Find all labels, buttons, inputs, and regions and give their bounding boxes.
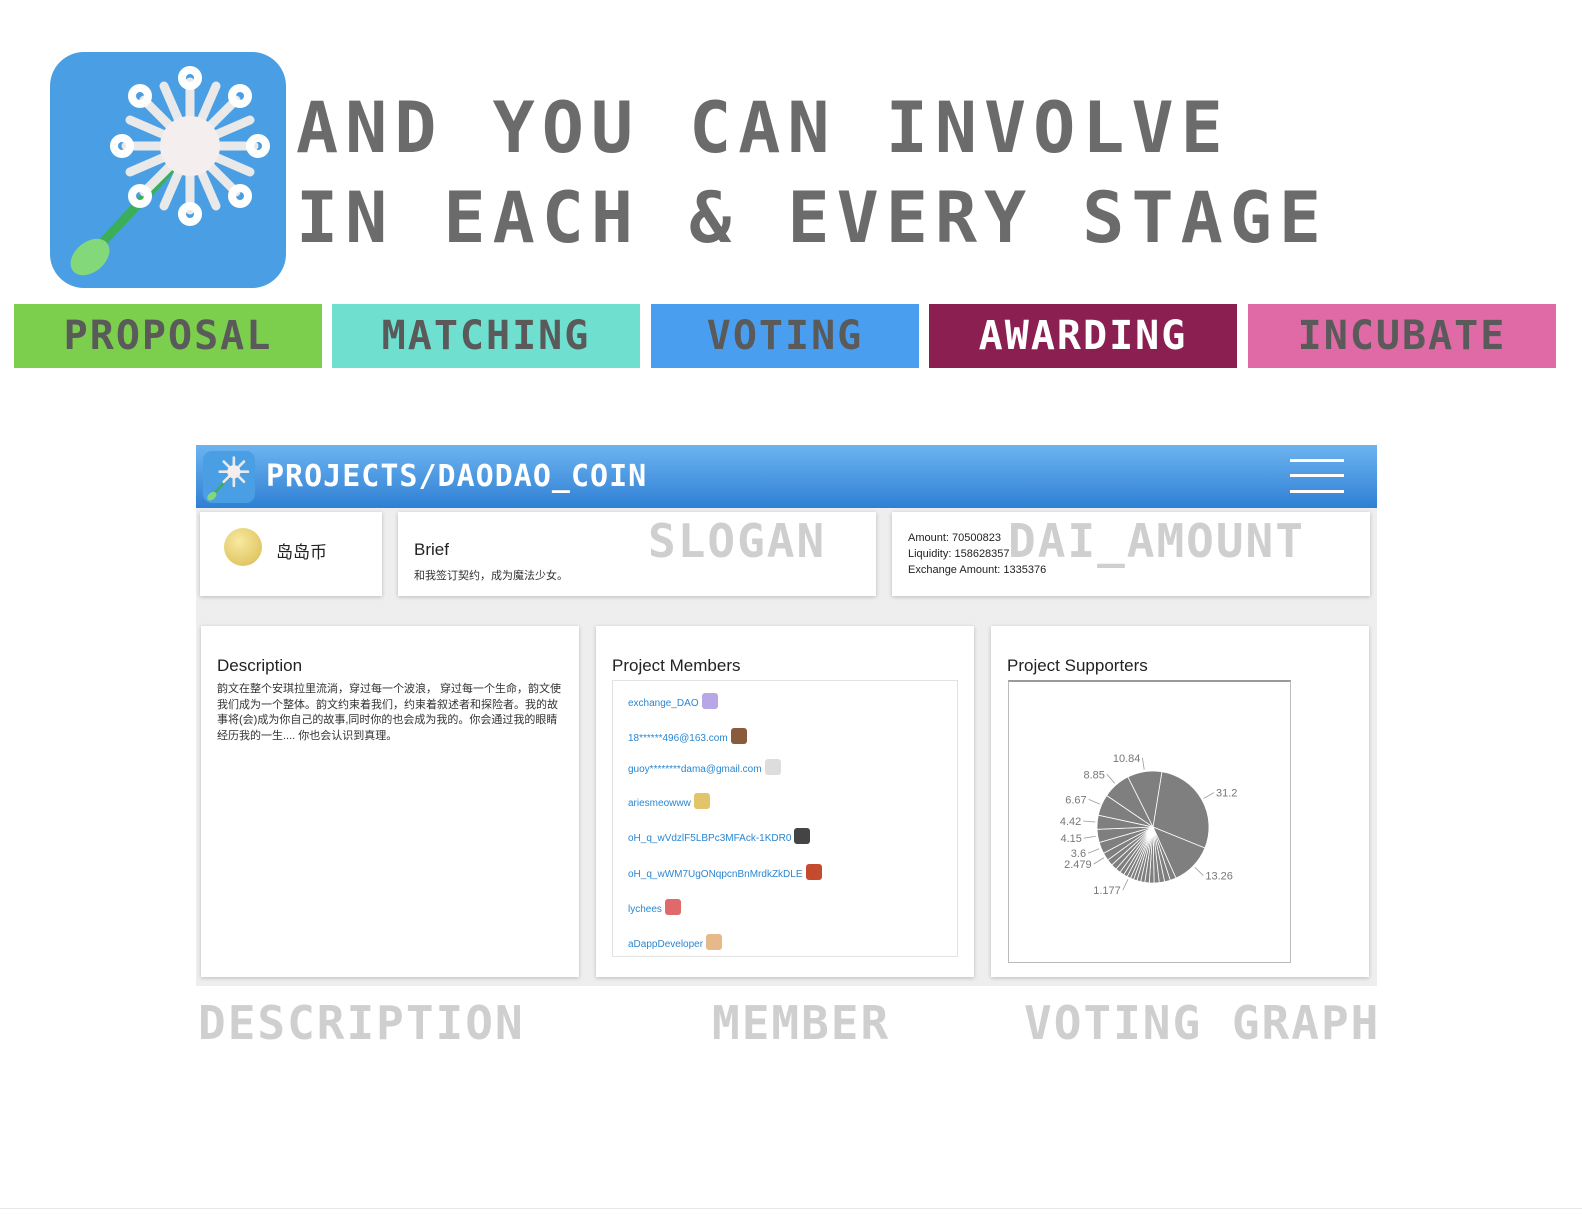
brief-title: Brief xyxy=(414,540,449,559)
pie-data-label: 10.84 xyxy=(1113,753,1141,765)
supporters-card: Project Supporters 31.2 13.26 1.177 2.479 3.… xyxy=(991,626,1369,977)
coin-icon xyxy=(224,528,262,566)
brief-text: 和我签订契约，成为魔法少女。 xyxy=(414,570,568,582)
pie-label-line xyxy=(1087,848,1100,854)
description-title: Description xyxy=(217,656,303,675)
slogan-annotation: SLOGAN xyxy=(648,514,827,568)
member-avatar xyxy=(805,864,822,880)
pie-data-label: 4.15 xyxy=(1060,833,1081,845)
description-annotation: DESCRIPTION xyxy=(198,996,525,1050)
project-page-screenshot: PROJECTS/DAODAO_COIN 岛岛币 Brief 和我签订契约，成为… xyxy=(196,445,1377,986)
pie-data-label: 1.177 xyxy=(1093,885,1121,897)
member-avatar xyxy=(764,759,781,775)
pie-label-line xyxy=(1083,835,1096,839)
member-avatar xyxy=(706,934,723,950)
pie-data-label: 6.67 xyxy=(1065,794,1086,806)
stage-voting: VOTING xyxy=(651,304,919,368)
dai-amount-card: Amount: 70500823 Liquidity: 158628357 Ex… xyxy=(892,512,1370,596)
pie-label-line xyxy=(1194,866,1204,876)
member-avatar xyxy=(664,899,681,915)
brief-card: Brief 和我签订契约，成为魔法少女。 SLOGAN xyxy=(398,512,876,596)
member-avatar xyxy=(701,693,718,709)
supporters-pie-chart: 31.2 13.26 1.177 2.4793.6 4.15 4.42 6.67 8.85 10… xyxy=(1060,753,1238,897)
stage-matching: MATCHING xyxy=(332,304,640,368)
hamburger-menu-icon[interactable] xyxy=(1288,457,1346,497)
member-link[interactable]: ariesmeowww xyxy=(628,793,710,809)
member-link[interactable]: lychees xyxy=(628,899,681,915)
member-avatar xyxy=(693,793,710,809)
member-link[interactable]: aDappDeveloper xyxy=(628,934,723,950)
member-annotation: MEMBER xyxy=(712,996,891,1050)
liquidity-value: Liquidity: 158628357 xyxy=(908,548,1010,560)
headline-line-2: IN EACH & EVERY STAGE xyxy=(296,177,1329,259)
pie-label-line xyxy=(1088,799,1100,805)
supporters-graph: 31.2 13.26 1.177 2.479 3.6 4.15 4.42 6.67 8.85 10… xyxy=(1008,680,1291,963)
stage-incubate: INCUBATE xyxy=(1248,304,1556,368)
members-title: Project Members xyxy=(612,656,741,675)
pie-label-line xyxy=(1203,792,1215,799)
member-link[interactable]: 18******496@163.com xyxy=(628,728,747,744)
members-list: exchange_DAO 18******496@163.com guoy***… xyxy=(612,680,958,957)
member-link[interactable]: oH_q_wWM7UgONqpcnBnMrdkZkDLE xyxy=(628,864,822,880)
pie-label-line xyxy=(1093,857,1105,865)
member-link[interactable]: exchange_DAO xyxy=(628,693,718,709)
pie-label-line xyxy=(1122,879,1129,891)
supporters-title: Project Supporters xyxy=(1007,656,1148,675)
description-text: 韵文在整个安琪拉里流淌，穿过每一个波浪， 穿过每一个生命，韵文使我们成为一个整体… xyxy=(217,683,562,742)
amount-value: Amount: 70500823 xyxy=(908,532,1001,544)
pie-label-line xyxy=(1083,820,1096,823)
pie-data-label: 8.85 xyxy=(1083,769,1104,781)
member-link[interactable]: oH_q_wVdzlF5LBPc3MFAck-1KDR0 xyxy=(628,828,811,844)
pie-label-line xyxy=(1106,774,1116,784)
coin-card: 岛岛币 xyxy=(200,512,382,596)
headline-line-1: AND YOU CAN INVOLVE xyxy=(296,87,1230,169)
stage-awarding: AWARDING xyxy=(929,304,1237,368)
app-logo-icon[interactable] xyxy=(203,451,255,503)
member-avatar xyxy=(794,828,811,844)
pie-data-label: 3.6 xyxy=(1071,848,1086,860)
pie-data-label: 13.26 xyxy=(1205,871,1233,883)
dai-amount-annotation: DAI_AMOUNT xyxy=(1008,514,1305,568)
member-avatar xyxy=(730,728,747,744)
coin-name: 岛岛币 xyxy=(276,543,327,562)
voting-graph-annotation: VOTING GRAPH xyxy=(1024,996,1381,1050)
description-card: Description 韵文在整个安琪拉里流淌，穿过每一个波浪， 穿过每一个生命… xyxy=(201,626,579,977)
stage-proposal: PROPOSAL xyxy=(14,304,322,368)
bottom-divider xyxy=(0,1208,1582,1209)
app-title: PROJECTS/DAODAO_COIN xyxy=(266,459,648,494)
member-link[interactable]: guoy********dama@gmail.com xyxy=(628,759,781,775)
pie-data-label: 31.2 xyxy=(1216,788,1237,800)
pie-data-label: 4.42 xyxy=(1060,816,1081,828)
pie-label-line xyxy=(1142,757,1145,770)
pie-data-label: 2.479 xyxy=(1064,859,1092,871)
dandelion-logo-icon xyxy=(50,52,286,288)
members-card: Project Members exchange_DAO 18******496… xyxy=(596,626,974,977)
app-bar: PROJECTS/DAODAO_COIN xyxy=(196,445,1377,508)
